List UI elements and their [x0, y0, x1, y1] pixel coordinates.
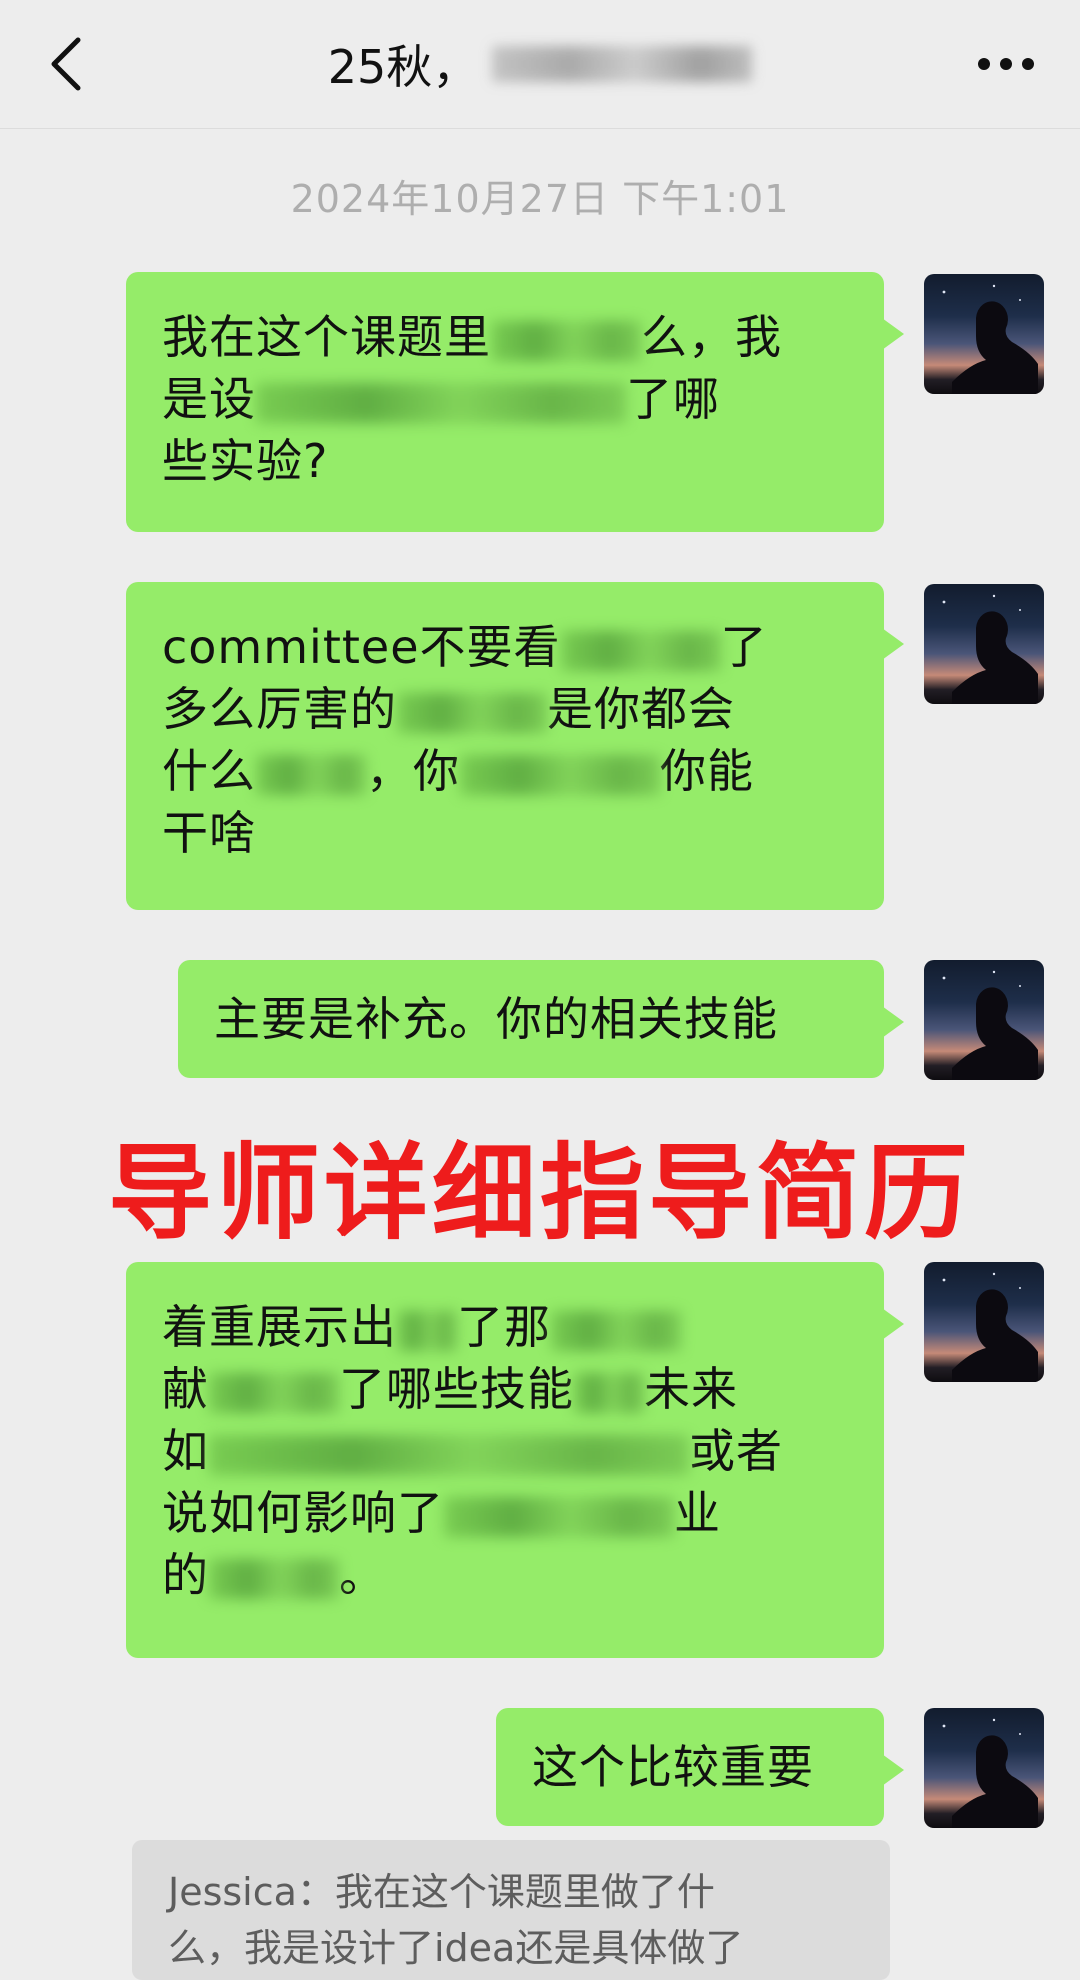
quote-line: Jessica：我在这个课题里做了什: [168, 1870, 715, 1914]
message-text: 业: [674, 1486, 721, 1540]
quoted-message[interactable]: Jessica：我在这个课题里做了什 么，我是设计了idea还是具体做了: [132, 1840, 890, 1980]
message-text: 未来: [644, 1362, 738, 1416]
silhouette-avatar-icon: [942, 1718, 1038, 1828]
avatar[interactable]: [924, 1708, 1044, 1828]
redacted-text: [209, 1558, 339, 1599]
redacted-name: [492, 46, 753, 82]
message-text: 了哪: [626, 372, 720, 426]
message-bubble[interactable]: 着重展示出 了那 献了哪些技能 未来 如或者 说如何影响了业 的。: [126, 1262, 904, 1658]
message-line: 说如何影响了 业: [162, 1482, 848, 1544]
message-text: 如: [162, 1424, 209, 1478]
message-line: 这个比较重要: [532, 1736, 848, 1798]
chat-timestamp: 2024年10月27日 下午1:01: [290, 177, 790, 221]
message-text: 的: [162, 1548, 209, 1602]
silhouette-avatar-icon: [942, 284, 1038, 394]
message-text: 干啥: [162, 806, 256, 860]
message-text: 主要是补充。你的相关技能: [214, 992, 778, 1046]
message-text: 了那: [457, 1300, 551, 1354]
message-text: 着重展示出: [162, 1300, 397, 1354]
message-line: 什么 ，你 你能: [162, 740, 848, 802]
chat-title: 25秋，: [0, 34, 1080, 94]
redacted-text: [460, 754, 660, 795]
more-button[interactable]: [976, 50, 1036, 78]
avatar[interactable]: [924, 274, 1044, 394]
redacted-text: [444, 1496, 674, 1537]
message-text: 是你都会: [547, 682, 735, 736]
message-bubble[interactable]: 主要是补充。你的相关技能: [178, 960, 904, 1078]
message-line: 些实验?: [162, 430, 848, 492]
quote-line: 么，我是设计了idea还是具体做了: [168, 1926, 744, 1970]
redacted-text: [209, 1434, 689, 1475]
message-line: 主要是补充。你的相关技能: [214, 988, 848, 1050]
redacted-text: [551, 1310, 681, 1351]
message-text: 献: [162, 1362, 209, 1416]
message-bubble[interactable]: 这个比较重要: [496, 1708, 904, 1826]
redacted-text: [256, 754, 366, 795]
silhouette-avatar-icon: [942, 970, 1038, 1080]
message-text: 些实验?: [162, 434, 329, 488]
message-line: committee不要看 了: [162, 616, 848, 678]
message-line: 干啥: [162, 802, 848, 864]
redacted-text: [397, 692, 547, 733]
redacted-text: [256, 382, 626, 423]
message-bubble[interactable]: 我在这个课题里 么，我 是设 了哪 些实验?: [126, 272, 904, 532]
message-text: 什么: [162, 744, 256, 798]
message-line: 多么厉害的 是你都会: [162, 678, 848, 740]
redacted-text: [560, 630, 721, 671]
message-line: 献 了哪些技能 未来: [162, 1358, 848, 1420]
more-dots-icon: [978, 58, 1034, 70]
avatar[interactable]: [924, 584, 1044, 704]
message-text: 这个比较重要: [532, 1740, 814, 1794]
redacted-text: [397, 1310, 457, 1351]
message-line: 的。: [162, 1544, 848, 1606]
message-text: committee不要看: [162, 620, 561, 674]
message-text: 我在这个课题里: [162, 310, 491, 364]
chat-header: 25秋，: [0, 0, 1080, 129]
message-line: 我在这个课题里 么，我: [162, 306, 848, 368]
redacted-text: [491, 320, 641, 361]
message-text: 多么厉害的: [162, 682, 397, 736]
message-line: 着重展示出 了那: [162, 1296, 848, 1358]
message-text: 。: [339, 1548, 386, 1602]
message-text: 你能: [660, 744, 754, 798]
silhouette-avatar-icon: [942, 594, 1038, 704]
overlay-caption: 导师详细指导简历: [107, 1132, 972, 1254]
message-line: 是设 了哪: [162, 368, 848, 430]
avatar[interactable]: [924, 1262, 1044, 1382]
message-text: 或者: [689, 1424, 783, 1478]
message-text: ，你: [366, 744, 460, 798]
message-text: 说如何影响了: [162, 1486, 444, 1540]
redacted-text: [574, 1372, 644, 1413]
redacted-text: [209, 1372, 339, 1413]
message-bubble[interactable]: committee不要看 了 多么厉害的 是你都会 什么 ，你 你能 干啥: [126, 582, 904, 910]
avatar[interactable]: [924, 960, 1044, 1080]
message-text: 了: [720, 620, 768, 674]
silhouette-avatar-icon: [942, 1272, 1038, 1382]
message-text: 了哪些技能: [339, 1362, 574, 1416]
chat-title-text: 25秋，: [327, 40, 479, 94]
message-line: 如 或者: [162, 1420, 848, 1482]
message-text: 么，我: [641, 310, 782, 364]
message-text: 是设: [162, 372, 256, 426]
